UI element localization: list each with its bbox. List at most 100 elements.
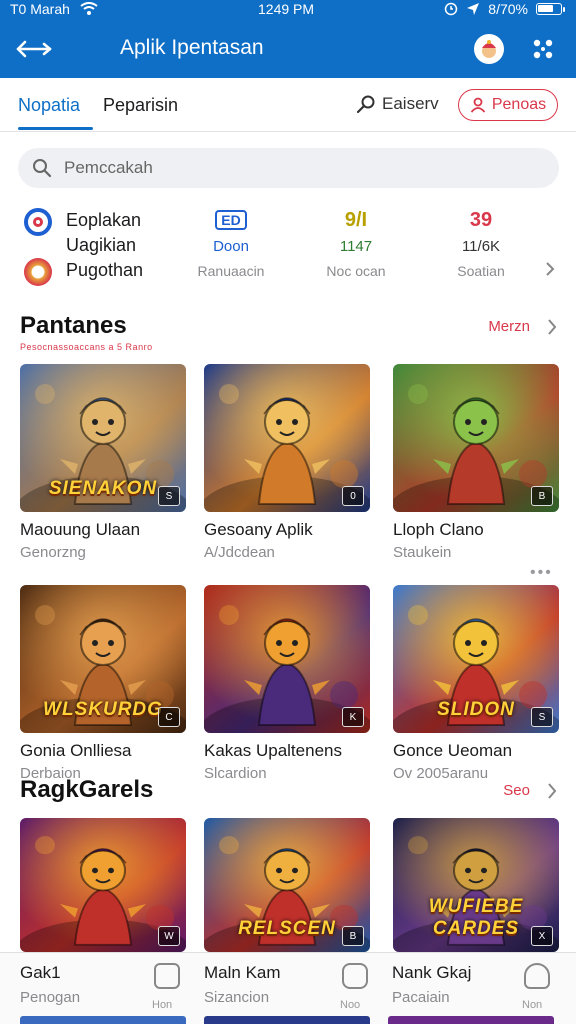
bottom-icon-label: Hon [152, 999, 173, 1011]
game-thumbnail[interactable]: WUFIEBE CARDES X [393, 818, 559, 952]
menu-button[interactable] [530, 36, 556, 62]
game-thumbnail[interactable]: 0 [204, 364, 370, 512]
peek-thumb [388, 1016, 554, 1024]
ring-color-icon [24, 258, 52, 286]
section-header: RagkGarels Seo [0, 776, 576, 816]
arrow-left-right-icon [16, 40, 52, 58]
section-title: RagkGarels [20, 776, 154, 803]
status-bar: T0 Marah 1249 PM 8/70% [0, 0, 576, 20]
bottom-item[interactable]: Gak1 Penogan [20, 963, 80, 1006]
game-title: Gesoany Aplik [204, 520, 313, 539]
thumbnail-corner-badge: K [342, 707, 364, 727]
bottom-bar: Gak1 Penogan Hon Maln Kam Sizancion Noo … [0, 952, 576, 1024]
stat-label: Ranuaacin [197, 263, 265, 279]
bottom-item[interactable]: Nank Gkaj Pacaiain [392, 963, 471, 1006]
game-subtitle: Staukein [393, 544, 452, 561]
thumbnail-corner-badge: C [158, 707, 180, 727]
peek-thumb [20, 1016, 186, 1024]
profile-avatar-button[interactable] [474, 34, 504, 64]
section-title: Pantanes [20, 312, 127, 339]
game-card[interactable]: WUFIEBE CARDES X [393, 818, 559, 960]
section-subtitle: Pesocnassoaccans a 5 Ranro [20, 342, 153, 352]
search-icon [33, 159, 52, 178]
game-subtitle: A/Jdcdean [204, 544, 275, 561]
game-thumbnail[interactable]: B [393, 364, 559, 512]
game-card[interactable]: B Lloph Clano Staukein [393, 364, 559, 561]
thumbnail-corner-badge: W [158, 926, 180, 946]
battery-fill [538, 5, 553, 12]
game-thumbnail[interactable]: SLIDON S [393, 585, 559, 733]
game-card[interactable]: SIENAKON S Maouung Ulaan Genorzng [20, 364, 186, 561]
stat-column[interactable]: 39 11/6K Soatian [436, 208, 526, 280]
wifi-icon [80, 2, 98, 15]
alarm-icon [445, 2, 458, 16]
thumbnail-corner-badge: B [531, 486, 553, 506]
bottom-icon-label: Noo [340, 999, 361, 1011]
bottom-item-title: Maln Kam [204, 963, 281, 982]
more-options-icon[interactable]: ••• [530, 564, 553, 582]
bottom-icon-label: Non [522, 999, 543, 1011]
battery-percent: 8/70% [488, 1, 528, 17]
stat-label: Soatian [457, 263, 505, 279]
search-bar[interactable] [18, 148, 559, 188]
app-header: T0 Marah 1249 PM 8/70% Aplik Ipentasan [0, 0, 576, 78]
search-icon [356, 95, 375, 114]
tab-peparisin[interactable]: Peparisin [103, 95, 178, 116]
stat-left-label[interactable]: Eoplakan [66, 208, 143, 233]
battery-icon [536, 3, 565, 15]
tab-search-button[interactable]: Eaiserv [356, 94, 439, 114]
next-row-peek [0, 1016, 576, 1024]
game-card[interactable]: W [20, 818, 186, 960]
game-title: Maouung Ulaan [20, 520, 141, 539]
stat-column[interactable]: ED Doon Ranuaacin [186, 208, 276, 279]
square-icon[interactable] [154, 963, 180, 989]
stat-label: Noc ocan [326, 263, 386, 279]
stats-row: Eoplakan Uagikian Pugothan ED Doon Ranua… [0, 204, 576, 288]
game-title: Gonce Ueoman [393, 741, 513, 760]
grid-dots-icon [533, 39, 553, 59]
back-button[interactable] [14, 32, 54, 66]
section-header: Pantanes Pesocnassoaccans a 5 Ranro Merz… [0, 312, 576, 352]
game-title: Kakas Upaltenens [204, 741, 342, 760]
game-card[interactable]: RELSCEN B [204, 818, 370, 960]
stat-badge: 9/I [344, 208, 368, 231]
game-thumbnail[interactable]: WLSKURDG C [20, 585, 186, 733]
user-icon [470, 97, 486, 113]
chevron-right-icon[interactable] [544, 262, 556, 276]
tab-nopatia[interactable]: Nopatia [18, 95, 80, 116]
thumbnail-corner-badge: S [158, 486, 180, 506]
game-card[interactable]: SLIDON S Gonce Ueoman Ov 2005aranu [393, 585, 559, 782]
stat-value: 1147 [339, 238, 373, 255]
stat-value: 11/6K [461, 238, 501, 255]
game-card[interactable]: WLSKURDG C Gonia Onlliesa Derbaion [20, 585, 186, 782]
game-card[interactable]: 0 Gesoany Aplik A/Jdcdean [204, 364, 370, 561]
tab-search-label: Eaiserv [382, 94, 439, 113]
search-input[interactable] [64, 158, 524, 178]
game-thumbnail[interactable]: W [20, 818, 186, 952]
tab-bar: Nopatia Peparisin Eaiserv Penoas [0, 78, 576, 132]
game-thumbnail[interactable]: SIENAKON S [20, 364, 186, 512]
stat-left-label[interactable]: Uagikian [66, 233, 143, 258]
stat-column[interactable]: 9/I 1147 Noc ocan [311, 208, 401, 280]
chevron-right-icon[interactable] [546, 318, 558, 336]
avatar-icon [482, 40, 496, 58]
thumbnail-corner-badge: B [342, 926, 364, 946]
location-icon [467, 3, 480, 15]
peek-thumb [204, 1016, 370, 1024]
game-thumbnail[interactable]: K [204, 585, 370, 733]
stat-value: Doon [213, 238, 249, 255]
stat-badge: 39 [469, 208, 493, 231]
bottom-item[interactable]: Maln Kam Sizancion [204, 963, 281, 1006]
section-more-link[interactable]: Merzn [488, 318, 530, 335]
thumbnail-corner-badge: 0 [342, 486, 364, 506]
action-pill-button[interactable]: Penoas [458, 89, 558, 121]
clock: 1249 PM [258, 1, 315, 17]
camera-icon[interactable] [342, 963, 368, 989]
game-thumbnail[interactable]: RELSCEN B [204, 818, 370, 952]
stat-left-label[interactable]: Pugothan [66, 258, 143, 283]
action-pill-label: Penoas [491, 96, 547, 113]
section-more-link[interactable]: Seo [503, 782, 530, 799]
chevron-right-icon[interactable] [546, 782, 558, 800]
game-card[interactable]: K Kakas Upaltenens Slcardion [204, 585, 370, 782]
share-icon[interactable] [524, 963, 550, 989]
